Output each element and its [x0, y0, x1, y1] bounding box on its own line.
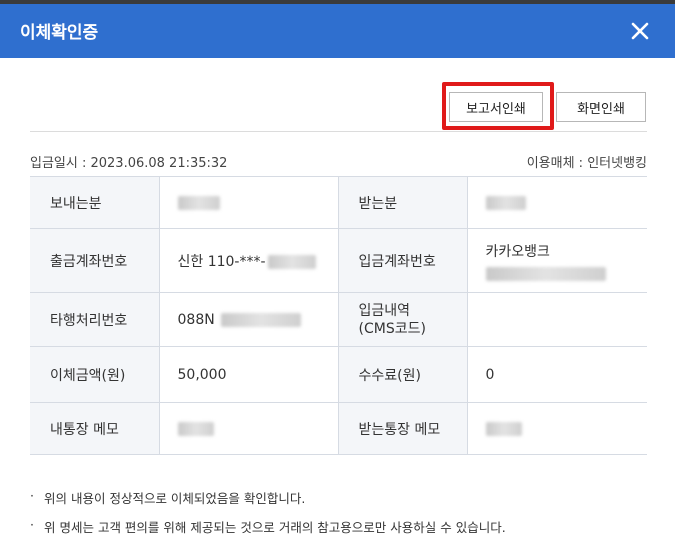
redacted-value	[267, 254, 316, 269]
deposit-detail-label: 입금내역 (CMS코드)	[337, 292, 468, 347]
deposit-bank-name: 카카오뱅크	[485, 243, 550, 260]
notes: · 위의 내용이 정상적으로 이체되었음을 확인합니다. · 위 명세는 고객 …	[30, 488, 506, 546]
withdraw-account-label: 출금계좌번호	[30, 228, 160, 293]
toolbar: 보고서인쇄 화면인쇄	[0, 90, 675, 130]
list-item: · 위 명세는 고객 편의를 위해 제공되는 것으로 거래의 참고용으로만 사용…	[30, 517, 506, 536]
recipient-value	[467, 176, 647, 229]
redacted-value	[177, 195, 220, 210]
redacted-value	[177, 421, 214, 436]
interbank-number-value: 088N	[159, 292, 339, 347]
table-row: 타행처리번호 088N 입금내역 (CMS코드)	[30, 292, 647, 347]
my-memo-label: 내통장 메모	[30, 402, 160, 455]
screen-print-button[interactable]: 화면인쇄	[556, 92, 646, 122]
fee-value: 0	[467, 346, 647, 403]
deposit-account-value: 카카오뱅크	[467, 228, 647, 293]
list-item: · 위의 내용이 정상적으로 이체되었음을 확인합니다.	[30, 488, 506, 507]
amount-label: 이체금액(원)	[30, 346, 160, 403]
recipient-memo-value	[467, 402, 647, 455]
note-text: 위의 내용이 정상적으로 이체되었음을 확인합니다.	[44, 491, 306, 506]
my-memo-value	[159, 402, 339, 455]
fee-label: 수수료(원)	[337, 346, 468, 403]
redacted-value	[485, 195, 526, 210]
bullet-icon: ·	[30, 517, 34, 532]
table-row: 내통장 메모 받는통장 메모	[30, 402, 647, 455]
table-row: 출금계좌번호 신한 110-***- 입금계좌번호 카카오뱅크	[30, 228, 647, 293]
dialog-title: 이체확인증	[20, 23, 99, 43]
deposit-account-label: 입금계좌번호	[337, 228, 468, 293]
note-text: 위 명세는 고객 편의를 위해 제공되는 것으로 거래의 참고용으로만 사용하실…	[44, 520, 506, 535]
sender-value	[159, 176, 339, 229]
withdraw-account-text: 신한 110-***-	[177, 253, 266, 270]
deposit-datetime: 입금일시 : 2023.06.08 21:35:32	[30, 156, 228, 171]
dialog-header: 이체확인증	[0, 4, 675, 58]
bullet-icon: ·	[30, 488, 34, 503]
redacted-value	[220, 312, 301, 327]
transfer-detail-table: 보내는분 받는분 출금계좌번호 신한 110-***- 입금계좌번호 카카오뱅크…	[30, 176, 647, 455]
withdraw-account-value: 신한 110-***-	[159, 228, 339, 293]
interbank-number-text: 088N	[177, 311, 215, 328]
redacted-value	[485, 421, 522, 436]
channel: 이용매체 : 인터넷뱅킹	[526, 156, 647, 171]
deposit-detail-value	[467, 292, 647, 347]
sender-label: 보내는분	[30, 176, 160, 229]
report-print-button[interactable]: 보고서인쇄	[449, 92, 543, 122]
amount-value: 50,000	[159, 346, 339, 403]
recipient-label: 받는분	[337, 176, 468, 229]
close-icon[interactable]	[627, 18, 653, 44]
redacted-value	[485, 266, 606, 281]
divider	[30, 131, 647, 132]
recipient-memo-label: 받는통장 메모	[337, 402, 468, 455]
interbank-number-label: 타행처리번호	[30, 292, 160, 347]
table-row: 이체금액(원) 50,000 수수료(원) 0	[30, 346, 647, 403]
table-row: 보내는분 받는분	[30, 176, 647, 229]
